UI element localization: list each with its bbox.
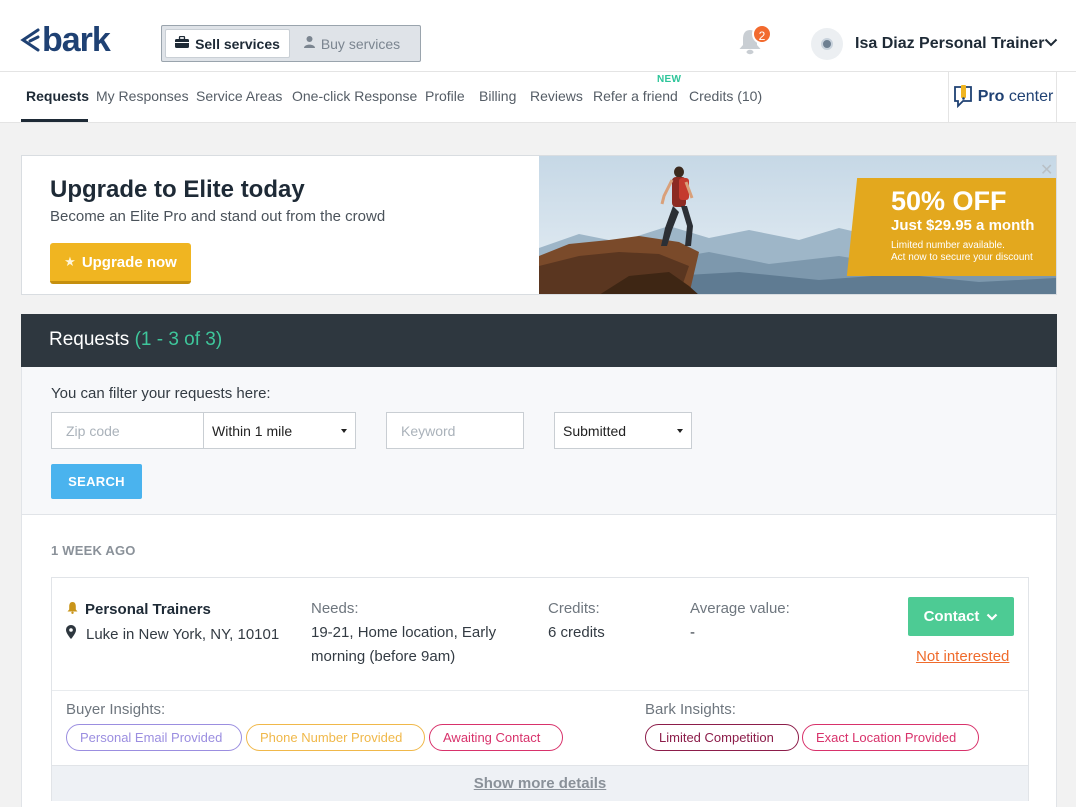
pro-center-label-rest: center bbox=[1008, 88, 1054, 105]
nav-item-profile[interactable]: Profile bbox=[425, 88, 465, 104]
chevron-down-icon bbox=[986, 608, 998, 625]
dropdown-caret-icon bbox=[677, 429, 683, 433]
main-nav: Requests My Responses Service Areas One-… bbox=[0, 72, 1076, 123]
filter-panel: You can filter your requests here: Zip c… bbox=[21, 367, 1057, 515]
pro-center-label: Pro center bbox=[978, 88, 1054, 106]
credits-value: 6 credits bbox=[548, 624, 605, 641]
sell-services-button[interactable]: Sell services bbox=[165, 29, 290, 58]
nav-item-my-responses[interactable]: My Responses bbox=[96, 88, 189, 104]
show-more-details-link[interactable]: Show more details bbox=[474, 775, 607, 792]
filter-label: You can filter your requests here: bbox=[51, 385, 271, 402]
mode-switch: Sell services Buy services bbox=[161, 25, 421, 62]
requests-header: Requests (1 - 3 of 3) bbox=[21, 314, 1057, 367]
star-icon: ★ bbox=[64, 254, 76, 269]
nav-item-service-areas[interactable]: Service Areas bbox=[196, 88, 282, 104]
group-date-label: 1 WEEK AGO bbox=[51, 543, 136, 558]
buyer-insights-label: Buyer Insights: bbox=[66, 701, 166, 718]
contact-label: Contact bbox=[923, 608, 980, 625]
elite-upgrade-banner: Upgrade to Elite today Become an Elite P… bbox=[21, 155, 1057, 295]
bark-logo-mark-icon bbox=[20, 26, 40, 54]
upgrade-now-label: Upgrade now bbox=[81, 253, 177, 271]
bark-logo-text: bark bbox=[42, 21, 111, 59]
pill-exact-location: Exact Location Provided bbox=[802, 724, 979, 751]
buy-services-button[interactable]: Buy services bbox=[290, 29, 414, 58]
request-card[interactable]: Personal Trainers Luke in New York, NY, … bbox=[51, 577, 1029, 801]
nav-item-one-click-response[interactable]: One-click Response bbox=[292, 88, 417, 104]
banner-subtitle: Become an Elite Pro and stand out from t… bbox=[50, 208, 386, 225]
notification-count-badge[interactable]: 2 bbox=[752, 24, 772, 44]
contact-button[interactable]: Contact bbox=[908, 597, 1014, 636]
banner-title: Upgrade to Elite today bbox=[50, 176, 305, 203]
card-location: Luke in New York, NY, 10101 bbox=[66, 625, 279, 643]
status-select[interactable]: Submitted bbox=[554, 412, 692, 449]
pro-center-icon bbox=[952, 84, 974, 111]
card-service: Personal Trainers bbox=[66, 601, 211, 618]
chevron-down-icon[interactable] bbox=[1044, 34, 1058, 50]
avatar-image bbox=[821, 38, 833, 50]
map-pin-icon bbox=[66, 625, 76, 643]
new-badge: NEW bbox=[657, 74, 682, 85]
zip-code-input[interactable]: Zip code bbox=[51, 412, 204, 449]
requests-list: 1 WEEK AGO Personal Trainers Luke in New… bbox=[21, 515, 1057, 807]
close-icon[interactable]: ✕ bbox=[1040, 160, 1053, 180]
service-name: Personal Trainers bbox=[85, 601, 211, 618]
avatar[interactable] bbox=[811, 28, 843, 60]
distance-select[interactable]: Within 1 mile bbox=[203, 412, 356, 449]
not-interested-link[interactable]: Not interested bbox=[916, 648, 1009, 665]
pill-phone-number: Phone Number Provided bbox=[246, 724, 425, 751]
status-select-value: Submitted bbox=[563, 422, 627, 439]
needs-value-line-2: morning (before 9am) bbox=[311, 648, 456, 665]
pill-personal-email: Personal Email Provided bbox=[66, 724, 242, 751]
needs-label: Needs: bbox=[311, 600, 359, 617]
promo-discount: 50% OFF bbox=[891, 186, 1007, 216]
user-name[interactable]: Isa Diaz Personal Trainer bbox=[855, 35, 1044, 53]
keyword-input[interactable]: Keyword bbox=[386, 412, 524, 449]
nav-item-requests[interactable]: Requests bbox=[26, 88, 89, 104]
pro-center-link[interactable]: Pro center bbox=[948, 72, 1057, 122]
nav-item-billing[interactable]: Billing bbox=[479, 88, 516, 104]
promo-note-2: Act now to secure your discount bbox=[891, 252, 1033, 263]
card-divider bbox=[52, 690, 1028, 691]
dropdown-caret-icon bbox=[341, 429, 347, 433]
show-more-details-bar[interactable]: Show more details bbox=[52, 765, 1028, 801]
pill-limited-competition: Limited Competition bbox=[645, 724, 799, 751]
banner-hiker-image: 50% OFF Just $29.95 a month Limited numb… bbox=[539, 156, 1056, 294]
promo-note-1: Limited number available. bbox=[891, 240, 1005, 251]
credits-label: Credits: bbox=[548, 600, 600, 617]
user-menu[interactable]: Isa Diaz Personal Trainer bbox=[811, 28, 1044, 60]
pro-center-label-bold: Pro bbox=[977, 88, 1005, 105]
requests-title-text: Requests bbox=[49, 329, 130, 350]
top-bar: bark Sell services Buy services 2 Isa Di… bbox=[0, 0, 1076, 72]
search-button[interactable]: SEARCH bbox=[51, 464, 142, 499]
nav-item-reviews[interactable]: Reviews bbox=[530, 88, 583, 104]
promo-price: Just $29.95 a month bbox=[891, 217, 1035, 234]
active-tab-underline bbox=[21, 119, 88, 122]
nav-item-refer-a-friend[interactable]: Refer a friend bbox=[593, 88, 678, 104]
person-icon bbox=[303, 36, 315, 51]
bark-logo[interactable]: bark bbox=[20, 21, 111, 59]
distance-select-value: Within 1 mile bbox=[212, 422, 293, 439]
sell-services-label: Sell services bbox=[195, 35, 280, 52]
service-bell-icon bbox=[66, 601, 79, 618]
pill-awaiting-contact: Awaiting Contact bbox=[429, 724, 563, 751]
requests-count: (1 - 3 of 3) bbox=[134, 329, 223, 350]
location-text: Luke in New York, NY, 10101 bbox=[86, 625, 280, 643]
requests-title: Requests (1 - 3 of 3) bbox=[49, 329, 222, 351]
average-value-label: Average value: bbox=[690, 600, 790, 617]
briefcase-icon bbox=[175, 35, 190, 51]
bark-insights-label: Bark Insights: bbox=[645, 701, 736, 718]
promo-text: 50% OFF Just $29.95 a month Limited numb… bbox=[891, 186, 1034, 264]
needs-value-line-1: 19-21, Home location, Early bbox=[311, 624, 497, 641]
upgrade-now-button[interactable]: ★ Upgrade now bbox=[50, 243, 191, 284]
nav-item-credits[interactable]: Credits (10) bbox=[689, 88, 762, 104]
average-value: - bbox=[690, 624, 695, 641]
buy-services-label: Buy services bbox=[320, 35, 401, 52]
